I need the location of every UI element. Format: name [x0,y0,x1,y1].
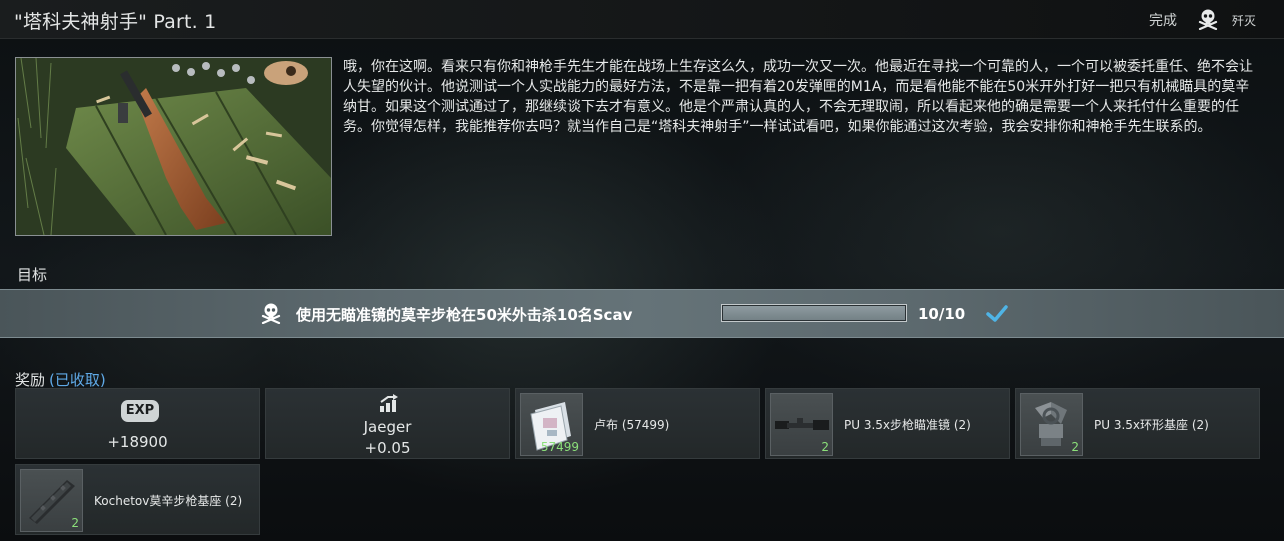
quest-header: "塔科夫神射手" Part. 1 完成 歼灭 [0,0,1284,39]
objective-row: 使用无瞄准镜的莫辛步枪在50米外击杀10名Scav 10/10 [0,289,1284,338]
quest-description: 哦，你在这啊。看来只有你和神枪手先生才能在战场上生存这么久，成功一次又一次。他最… [343,59,1253,135]
quest-title: "塔科夫神射手" Part. 1 [14,11,217,33]
reward-item-card[interactable]: 57499 卢布 (57499) [515,388,760,459]
item-name: 卢布 (57499) [594,418,670,432]
item-name: Kochetov莫辛步枪基座 (2) [94,494,243,508]
standing-up-icon [380,394,398,412]
item-count: 2 [71,516,79,530]
reward-trader-card: Jaeger +0.05 [265,388,510,459]
item-name: PU 3.5x步枪瞄准镜 (2) [844,418,971,432]
trader-standing-value: +0.05 [364,439,411,457]
reward-item-card[interactable]: 2 PU 3.5x环形基座 (2) [1015,388,1260,459]
rewards-label: 奖励 [15,371,46,389]
objective-progress-fill [723,306,905,320]
quest-type: 歼灭 [1232,14,1257,28]
checkmark-icon [986,305,1008,322]
item-count: 2 [821,440,829,454]
item-name: PU 3.5x环形基座 (2) [1094,418,1209,432]
reward-exp-card: EXP +18900 [15,388,260,459]
exp-value: +18900 [107,433,168,451]
rewards-header: 奖励 (已收取) [15,369,106,390]
item-count: 57499 [540,440,579,454]
mosin-rifle-illustration [16,58,331,235]
rewards-claimed-status: (已收取) [49,371,106,389]
quest-status: 完成 [1149,13,1177,29]
objective-progress-text: 10/10 [918,305,966,323]
trader-name: Jaeger [363,418,412,436]
item-thumbnail: 2 [20,469,83,532]
objective-text: 使用无瞄准镜的莫辛步枪在50米外击杀10名Scav [296,306,633,324]
item-count: 2 [1071,440,1079,454]
skull-icon [261,303,281,324]
item-thumbnail: 57499 [520,393,583,456]
reward-item-card[interactable]: 2 Kochetov莫辛步枪基座 (2) [15,464,260,535]
item-thumbnail: 2 [770,393,833,456]
item-thumbnail: 2 [1020,393,1083,456]
objective-progress-bar [721,304,907,322]
exp-badge-icon: EXP [121,400,159,422]
reward-item-card[interactable]: 2 PU 3.5x步枪瞄准镜 (2) [765,388,1010,459]
skull-icon [1198,9,1218,30]
objectives-label: 目标 [17,266,48,284]
quest-image [15,57,332,236]
